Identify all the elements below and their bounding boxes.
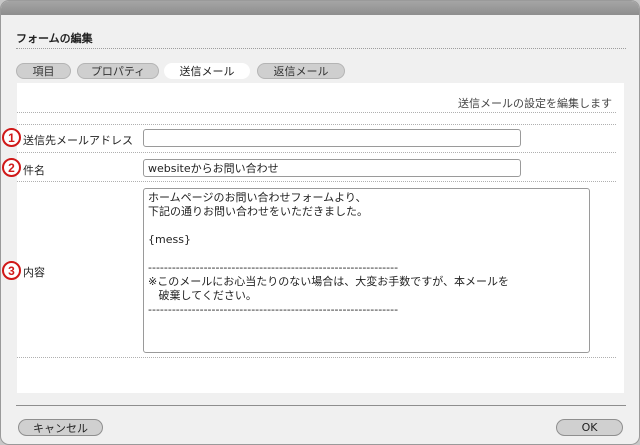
divider: [17, 124, 616, 125]
edit-form-dialog: フォームの編集 項目 プロパティ 送信メール 返信メール 送信メールの設定を編集…: [0, 0, 640, 445]
subject-label: 件名: [23, 164, 45, 177]
tab-reply-mail[interactable]: 返信メール: [257, 63, 345, 79]
divider: [17, 357, 616, 358]
divider: [17, 152, 616, 153]
footer-divider: [16, 405, 626, 406]
divider: [17, 181, 616, 182]
ok-button[interactable]: OK: [556, 419, 623, 436]
divider: [17, 112, 616, 113]
tab-send-mail[interactable]: 送信メール: [164, 63, 250, 79]
marker-3-icon: 3: [2, 261, 21, 280]
marker-2-icon: 2: [2, 158, 21, 177]
tab-properties[interactable]: プロパティ: [77, 63, 159, 79]
subject-input[interactable]: [143, 159, 521, 177]
body-textarea[interactable]: ホームページのお問い合わせフォームより、 下記の通りお問い合わせをいただきました…: [143, 188, 590, 353]
dialog-title-bar[interactable]: [1, 1, 639, 15]
dialog-title: フォームの編集: [16, 32, 93, 45]
recipient-email-input[interactable]: [143, 129, 521, 147]
body-label: 内容: [23, 266, 45, 279]
title-divider: [16, 48, 626, 49]
panel-description: 送信メールの設定を編集します: [458, 97, 612, 110]
cancel-button[interactable]: キャンセル: [18, 419, 103, 436]
send-mail-panel: 送信メールの設定を編集します 1 送信先メールアドレス 2 件名 3 内容 ホー…: [2, 83, 624, 393]
marker-1-icon: 1: [2, 128, 21, 147]
recipient-label: 送信先メールアドレス: [23, 134, 133, 147]
tab-items[interactable]: 項目: [16, 63, 71, 79]
